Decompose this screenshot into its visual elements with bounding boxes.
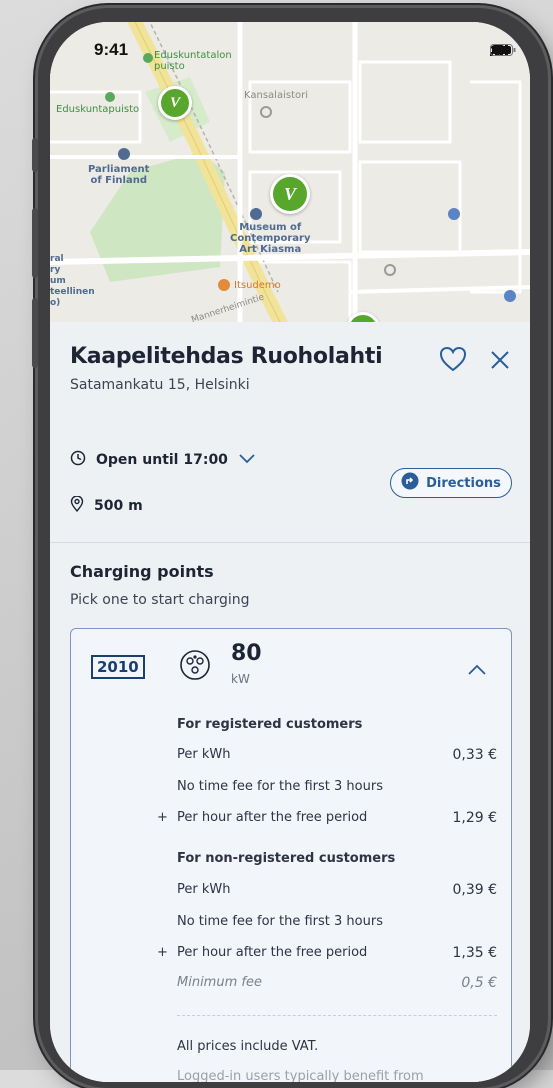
park-icon xyxy=(105,92,115,102)
directions-button[interactable]: Directions xyxy=(390,468,512,498)
price-value: 0,5 € xyxy=(461,975,497,991)
price-label: Per hour after the free period xyxy=(177,945,368,960)
location-pin-icon xyxy=(70,495,84,516)
favorite-button[interactable] xyxy=(438,344,468,374)
price-value: 1,35 € xyxy=(452,945,497,961)
charging-points-title: Charging points xyxy=(70,562,214,581)
price-label: Per hour after the free period xyxy=(177,810,368,825)
charging-station-pin[interactable]: V xyxy=(158,86,192,120)
status-time: 9:41 xyxy=(94,40,129,59)
restaurant-icon xyxy=(218,279,230,291)
phone-screen: 9:41 Eduskuntatalon puisto Eduskuntapuist… xyxy=(50,22,530,1082)
charging-points-subtitle: Pick one to start charging xyxy=(70,592,250,608)
plaza-icon xyxy=(260,106,272,118)
free-period-note: No time fee for the first 3 hours xyxy=(177,914,383,929)
map-label-parliament: Parliament of Finland xyxy=(88,164,150,186)
opening-hours-row[interactable]: Open until 17:00 xyxy=(70,450,256,470)
non-registered-heading: For non-registered customers xyxy=(177,851,396,866)
transit-icon xyxy=(504,290,516,302)
charging-point-id: 2010 xyxy=(91,655,145,679)
power-value: 80 xyxy=(231,641,262,666)
map-label-museum: Museum of Contemporary Art Kiasma xyxy=(230,222,311,255)
clock-icon xyxy=(70,450,86,470)
price-row: Per kWh 0,39 € xyxy=(177,882,497,898)
transit-icon xyxy=(448,208,460,220)
divider xyxy=(50,542,530,543)
heart-icon xyxy=(438,346,468,378)
map-view[interactable]: 9:41 Eduskuntatalon puisto Eduskuntapuist… xyxy=(50,22,530,322)
landmark-icon xyxy=(118,148,130,160)
opening-hours: Open until 17:00 xyxy=(96,452,228,468)
distance-row: 500 m xyxy=(70,495,143,516)
close-button[interactable] xyxy=(486,346,514,374)
map-label-eduskuntatalon-puisto: Eduskuntatalon puisto xyxy=(154,50,232,72)
museum-icon xyxy=(250,208,262,220)
map-label-kansalaistori: Kansalaistori xyxy=(244,90,309,101)
ccs-connector-icon xyxy=(179,649,211,685)
price-label: Per kWh xyxy=(177,882,231,897)
price-row: Per hour after the free period 1,29 € xyxy=(177,810,497,826)
footnote: Logged-in users typically benefit from xyxy=(177,1069,424,1082)
price-value: 0,33 € xyxy=(452,747,497,763)
price-row: Minimum fee 0,5 € xyxy=(177,975,497,991)
map-label-eduskuntapuisto: Eduskuntapuisto xyxy=(56,104,140,115)
price-row: Per hour after the free period 1,35 € xyxy=(177,945,497,961)
free-period-note: No time fee for the first 3 hours xyxy=(177,779,383,794)
volume-down-button xyxy=(32,298,38,368)
price-value: 0,39 € xyxy=(452,882,497,898)
close-icon xyxy=(486,351,514,378)
roundabout-icon xyxy=(384,264,396,276)
station-name: Kaapelitehdas Ruoholahti xyxy=(70,344,383,369)
map-label-itsudemo: Itsudemo xyxy=(234,280,281,291)
price-row: Per kWh 0,33 € xyxy=(177,747,497,763)
plus-icon: + xyxy=(157,810,168,825)
power-unit: kW xyxy=(231,672,250,686)
divider xyxy=(177,1015,497,1016)
collapse-button[interactable] xyxy=(467,661,487,680)
mute-switch xyxy=(32,138,38,172)
chevron-up-icon xyxy=(467,661,487,680)
price-label: Minimum fee xyxy=(177,975,262,990)
directions-label: Directions xyxy=(426,475,501,491)
park-icon xyxy=(143,53,153,63)
vat-note: All prices include VAT. xyxy=(177,1039,319,1054)
volume-up-button xyxy=(32,208,38,278)
chevron-down-icon xyxy=(238,452,256,468)
charging-station-pin[interactable]: V xyxy=(270,174,310,214)
station-address: Satamankatu 15, Helsinki xyxy=(70,377,250,393)
distance: 500 m xyxy=(94,498,143,514)
registered-heading: For registered customers xyxy=(177,717,363,732)
price-label: Per kWh xyxy=(177,747,231,762)
map-label-edge: ral ry um teellinen o) xyxy=(50,254,95,308)
plus-icon: + xyxy=(157,945,168,960)
station-detail-sheet: Kaapelitehdas Ruoholahti Satamankatu 15,… xyxy=(50,322,530,1082)
price-value: 1,29 € xyxy=(452,810,497,826)
directions-icon xyxy=(401,472,419,494)
charging-point-card[interactable]: 2010 80 kW For registered customers Per … xyxy=(70,628,512,1082)
